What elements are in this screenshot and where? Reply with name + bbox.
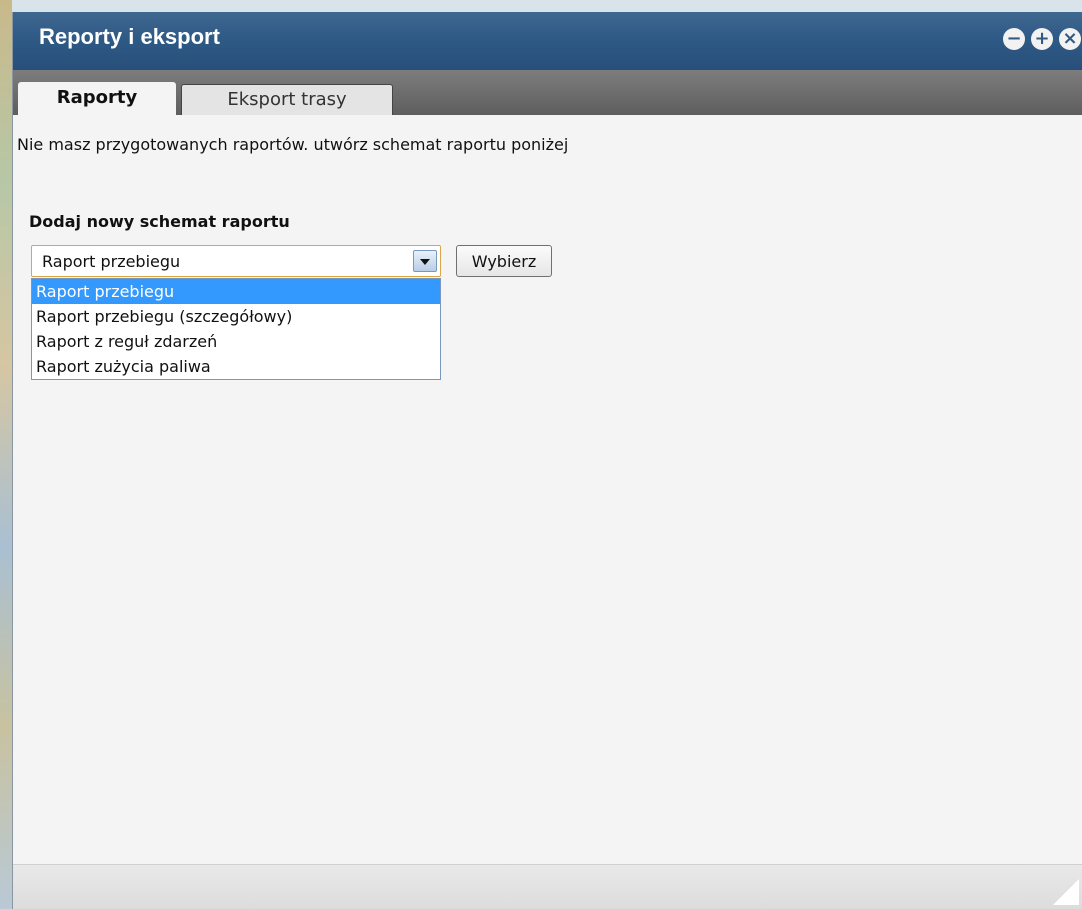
tab-content: Nie masz przygotowanych raportów. utwórz… [13, 115, 1082, 865]
select-current-value: Raport przebiegu [42, 252, 181, 271]
resize-grip-icon[interactable] [1053, 879, 1079, 905]
report-type-select[interactable]: Raport przebiegu [31, 245, 441, 277]
choose-button[interactable]: Wybierz [456, 245, 552, 277]
tab-bar: Raporty Eksport trasy [13, 70, 1082, 115]
section-heading: Dodaj nowy schemat raportu [29, 212, 290, 231]
map-backdrop-top [0, 0, 1082, 12]
map-backdrop-left [0, 0, 12, 909]
dropdown-option[interactable]: Raport przebiegu [32, 279, 440, 304]
minimize-icon[interactable]: − [1003, 28, 1025, 50]
tab-raporty[interactable]: Raporty [18, 82, 176, 115]
window-title: Reporty i eksport [39, 24, 220, 49]
chevron-down-icon[interactable] [413, 250, 437, 272]
dropdown-option[interactable]: Raport przebiegu (szczegółowy) [32, 304, 440, 329]
dropdown-option[interactable]: Raport z reguł zdarzeń [32, 329, 440, 354]
report-type-dropdown: Raport przebiegu Raport przebiegu (szcze… [31, 278, 441, 380]
window-titlebar[interactable]: Reporty i eksport − + × [13, 12, 1082, 70]
window-footer [13, 864, 1082, 909]
dropdown-option[interactable]: Raport zużycia paliwa [32, 354, 440, 379]
reports-export-window: Reporty i eksport − + × Raporty Eksport … [12, 12, 1082, 909]
close-icon[interactable]: × [1059, 28, 1081, 50]
tab-eksport-trasy[interactable]: Eksport trasy [181, 84, 393, 115]
maximize-icon[interactable]: + [1031, 28, 1053, 50]
no-reports-message: Nie masz przygotowanych raportów. utwórz… [17, 135, 569, 154]
